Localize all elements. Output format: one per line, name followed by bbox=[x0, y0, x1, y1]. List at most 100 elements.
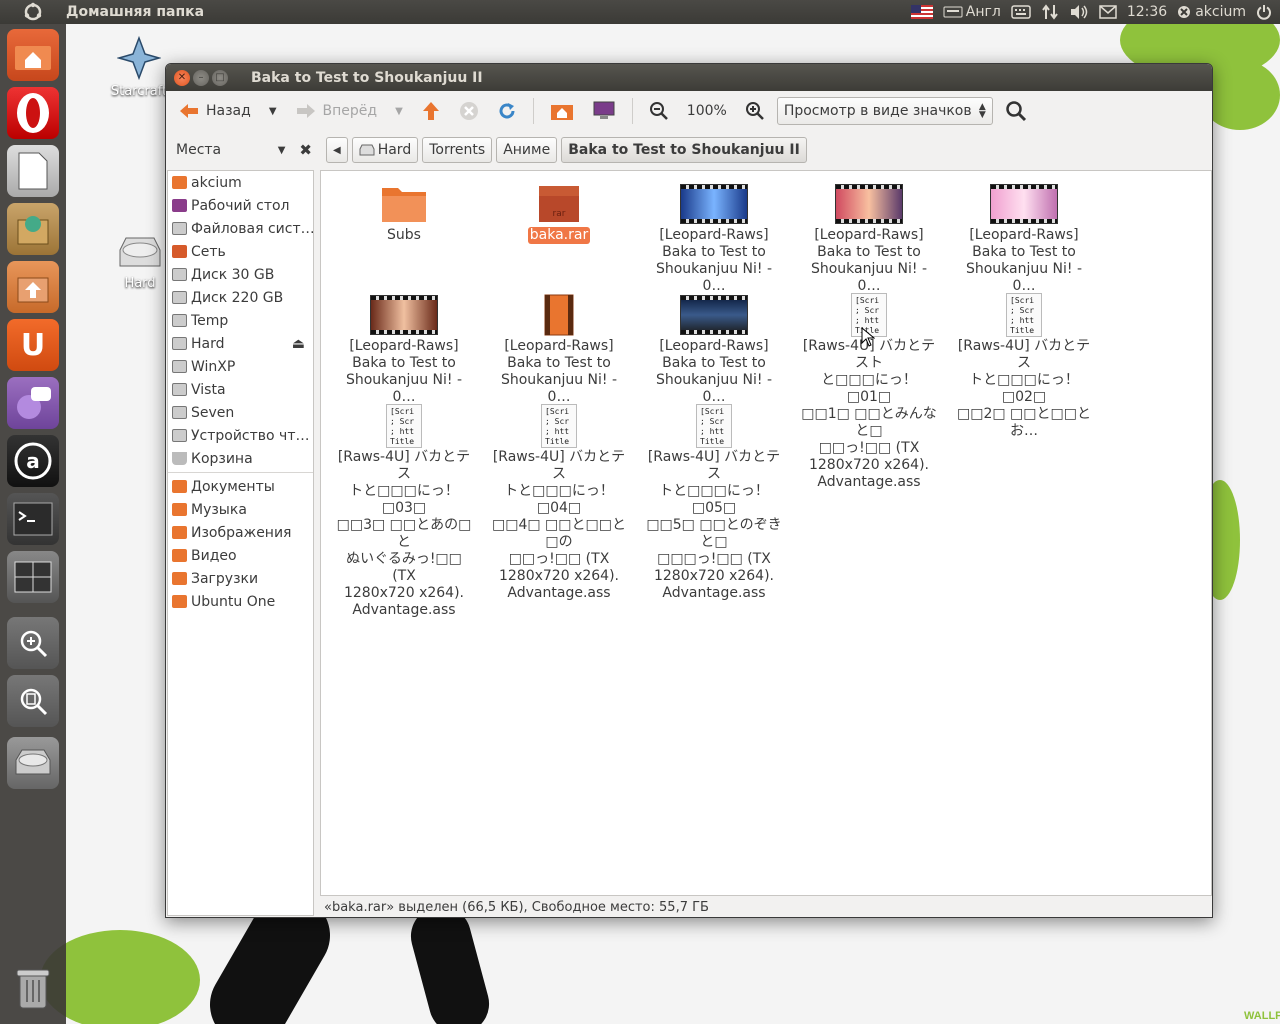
file-label: Shoukanjuu Ni! - 0… bbox=[345, 372, 463, 405]
sidebar-item-ubuntu-one[interactable]: Ubuntu One bbox=[168, 590, 313, 613]
ubuntu-home-button[interactable] bbox=[0, 0, 66, 24]
window-close-button[interactable]: ✕ bbox=[174, 69, 190, 86]
window-maximize-button[interactable]: □ bbox=[212, 69, 228, 86]
sidebar-item-seven[interactable]: Seven bbox=[168, 401, 313, 424]
close-sidebar-icon[interactable]: ✖ bbox=[299, 141, 312, 159]
desktop-icon-label: Starcraft bbox=[110, 84, 168, 99]
file-label: [Leopard-Raws] bbox=[969, 227, 1079, 243]
up-button[interactable] bbox=[415, 96, 447, 126]
launcher-ubuntu-one[interactable]: U bbox=[7, 319, 59, 371]
file-item-video-1[interactable]: [Leopard-Raws] Baka to Test to Shoukanju… bbox=[643, 183, 785, 295]
sidebar-item-winxp[interactable]: WinXP bbox=[168, 355, 313, 378]
file-label: トと□□□にっ！ □04□ bbox=[504, 483, 614, 516]
desktop-icon-starcraft[interactable]: Starcraft bbox=[104, 35, 174, 99]
sidebar-item-disk30[interactable]: Диск 30 GB bbox=[168, 263, 313, 286]
sidebar-item-label: Рабочий стол bbox=[191, 197, 290, 214]
drive-icon bbox=[172, 360, 187, 373]
network-icon[interactable] bbox=[1041, 4, 1059, 20]
sidebar-item-label: Музыка bbox=[191, 501, 247, 518]
stop-button[interactable] bbox=[453, 97, 485, 125]
file-label: Baka to Test to bbox=[972, 244, 1076, 260]
mail-icon[interactable] bbox=[1099, 5, 1117, 19]
sidebar-item-hard[interactable]: Hard ⏏ bbox=[168, 332, 313, 355]
toolbar: Назад ▼ Вперёд ▼ 100% Просмотр в виде зн… bbox=[166, 91, 1212, 131]
sidebar-item-documents[interactable]: Документы bbox=[168, 475, 313, 498]
file-item-subtitle-02[interactable]: [Scri; Scr; htt Title [Raws-4U] バカとテス トと□… bbox=[953, 293, 1095, 440]
sidebar-item-filesystem[interactable]: Файловая сист… bbox=[168, 217, 313, 240]
sidebar-item-network[interactable]: Сеть bbox=[168, 240, 313, 263]
back-button[interactable]: Назад bbox=[172, 98, 257, 124]
view-mode-select[interactable]: Просмотр в виде значков ▲ ▼ bbox=[776, 97, 993, 125]
window-minimize-button[interactable]: – bbox=[193, 69, 209, 86]
sidebar-item-label: Устройство чт… bbox=[191, 427, 310, 444]
launcher-empathy[interactable] bbox=[7, 377, 59, 429]
drive-icon bbox=[172, 314, 187, 327]
zoom-out-button[interactable] bbox=[643, 97, 675, 125]
file-item-subtitle-04[interactable]: [Scri; Scr; htt Title [Raws-4U] バカとテス トと□… bbox=[488, 404, 630, 602]
file-item-video-4[interactable]: [Leopard-Raws] Baka to Test to Shoukanju… bbox=[333, 294, 475, 406]
sidebar-item-reader-device[interactable]: Устройство чт… bbox=[168, 424, 313, 447]
file-item-video-6[interactable]: [Leopard-Raws] Baka to Test to Shoukanju… bbox=[643, 294, 785, 406]
breadcrumb-hard[interactable]: Hard bbox=[351, 137, 419, 163]
window-titlebar[interactable]: ✕ – □ Baka to Test to Shoukanjuu II bbox=[166, 64, 1212, 91]
volume-icon[interactable] bbox=[1069, 4, 1089, 20]
back-history-dropdown[interactable]: ▼ bbox=[263, 102, 283, 121]
file-item-video-2[interactable]: [Leopard-Raws] Baka to Test to Shoukanju… bbox=[798, 183, 940, 295]
file-label: 1280x720 x264). bbox=[653, 568, 774, 584]
sidebar-item-videos[interactable]: Видео bbox=[168, 544, 313, 567]
breadcrumb-anime[interactable]: Аниме bbox=[496, 137, 558, 163]
search-button[interactable] bbox=[999, 96, 1033, 126]
chevron-down-icon[interactable]: ▼ bbox=[278, 145, 286, 156]
sidebar-item-trash[interactable]: Корзина bbox=[168, 447, 313, 470]
sidebar-item-desktop[interactable]: Рабочий стол bbox=[168, 194, 313, 217]
launcher-libreoffice[interactable] bbox=[7, 145, 59, 197]
home-button[interactable] bbox=[544, 97, 580, 125]
user-menu[interactable]: akcium bbox=[1177, 4, 1246, 20]
file-label: Shoukanjuu Ni! - 0… bbox=[500, 372, 618, 405]
launcher-dash-apps[interactable] bbox=[7, 617, 59, 669]
launcher-opera[interactable] bbox=[7, 87, 59, 139]
forward-button[interactable]: Вперёд bbox=[289, 98, 384, 124]
breadcrumb-back-arrow[interactable]: ◀ bbox=[326, 137, 348, 163]
sidebar-item-vista[interactable]: Vista bbox=[168, 378, 313, 401]
sidebar-item-disk220[interactable]: Диск 220 GB bbox=[168, 286, 313, 309]
file-item-baka-rar[interactable]: rar baka.rar bbox=[488, 183, 630, 244]
desktop-icon-hard[interactable]: Hard bbox=[110, 232, 170, 291]
us-flag-icon[interactable] bbox=[910, 5, 933, 19]
power-icon[interactable] bbox=[1256, 4, 1272, 20]
launcher-hard-drive[interactable] bbox=[7, 737, 59, 789]
zoom-in-button[interactable] bbox=[739, 97, 771, 125]
launcher-terminal[interactable] bbox=[7, 493, 59, 545]
sidebar-item-pictures[interactable]: Изображения bbox=[168, 521, 313, 544]
breadcrumb-current[interactable]: Baka to Test to Shoukanjuu II bbox=[561, 137, 807, 163]
file-item-video-3[interactable]: [Leopard-Raws] Baka to Test to Shoukanju… bbox=[953, 183, 1095, 295]
file-item-video-5[interactable]: [Leopard-Raws] Baka to Test to Shoukanju… bbox=[488, 294, 630, 406]
launcher-home-folder[interactable] bbox=[7, 29, 59, 81]
launcher-workspaces[interactable] bbox=[7, 551, 59, 603]
launcher-dash-files[interactable] bbox=[7, 675, 59, 727]
computer-button[interactable] bbox=[586, 97, 622, 125]
sidebar-item-akcium[interactable]: akcium bbox=[168, 171, 313, 194]
sidebar-item-music[interactable]: Музыка bbox=[168, 498, 313, 521]
clock[interactable]: 12:36 bbox=[1127, 4, 1167, 20]
launcher-amazon[interactable]: a bbox=[7, 435, 59, 487]
trash-icon bbox=[16, 969, 50, 1009]
eject-icon[interactable]: ⏏ bbox=[292, 336, 305, 352]
breadcrumb-torrents[interactable]: Torrents bbox=[422, 137, 493, 163]
file-item-subtitle-03[interactable]: [Scri; Scr; htt Title [Raws-4U] バカとテス トと□… bbox=[333, 404, 475, 619]
sidebar-item-temp[interactable]: Temp bbox=[168, 309, 313, 332]
forward-history-dropdown[interactable]: ▼ bbox=[389, 102, 409, 121]
launcher-software-center[interactable] bbox=[7, 203, 59, 255]
file-item-subtitle-01[interactable]: [Scri; Scr; htt Title [Raws-4U] バカとテスト と□… bbox=[798, 293, 940, 491]
sidebar-item-downloads[interactable]: Загрузки bbox=[168, 567, 313, 590]
file-item-subtitle-05[interactable]: [Scri; Scr; htt Title [Raws-4U] バカとテス トと□… bbox=[643, 404, 785, 602]
svg-text:rar: rar bbox=[553, 209, 566, 219]
reload-button[interactable] bbox=[491, 97, 523, 125]
breadcrumb-label: Baka to Test to Shoukanjuu II bbox=[568, 142, 800, 158]
launcher-update-manager[interactable] bbox=[7, 261, 59, 313]
file-item-subs[interactable]: Subs bbox=[333, 183, 475, 244]
keyboard-layout-indicator[interactable]: Англ bbox=[943, 4, 1001, 20]
launcher-trash[interactable] bbox=[7, 962, 59, 1014]
keyboard-icon[interactable] bbox=[1011, 5, 1031, 19]
places-selector[interactable]: Места ▼ ✖ bbox=[170, 141, 318, 159]
